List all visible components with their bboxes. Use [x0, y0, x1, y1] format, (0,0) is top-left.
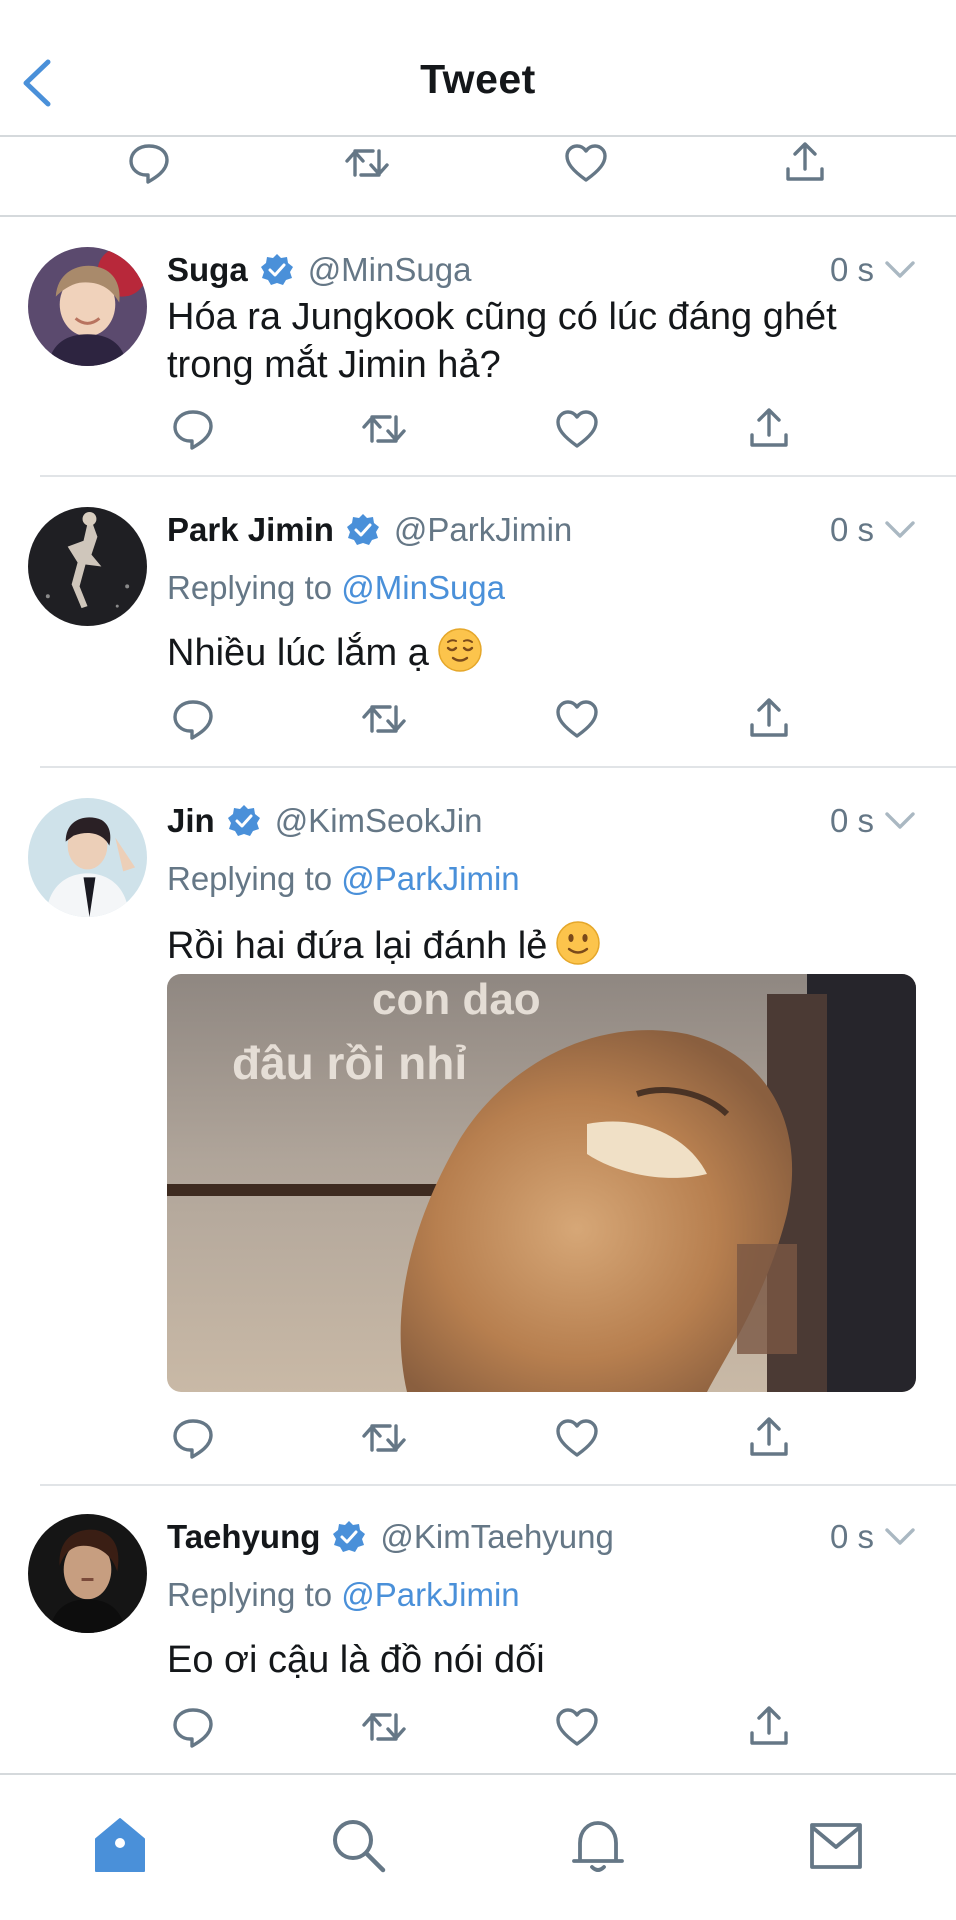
like-icon[interactable] — [553, 1703, 601, 1751]
share-icon[interactable] — [745, 1414, 793, 1462]
tweet-media-image[interactable]: con dao đâu rồi nhỉ — [167, 974, 916, 1392]
reply-mention-link[interactable]: @ParkJimin — [341, 860, 519, 897]
tweet-text: Eo ơi cậu là đồ nói dối — [167, 1639, 545, 1681]
tweet-time: 0 s — [830, 247, 916, 293]
replying-prefix: Replying to — [167, 860, 342, 897]
display-name[interactable]: Jin — [167, 802, 215, 840]
share-icon[interactable] — [745, 695, 793, 743]
user-handle: @KimTaehyung — [380, 1518, 614, 1555]
retweet-icon[interactable] — [343, 139, 391, 187]
tweet-time: 0 s — [830, 798, 916, 844]
tweet-actions — [167, 695, 788, 745]
tweet-header: Jin @KimSeokJin — [167, 798, 916, 844]
reply-icon[interactable] — [169, 695, 217, 743]
replying-prefix: Replying to — [167, 569, 342, 606]
avatar[interactable] — [28, 507, 147, 626]
user-handle: @ParkJimin — [393, 511, 573, 548]
like-icon[interactable] — [562, 139, 610, 187]
retweet-icon[interactable] — [360, 1703, 408, 1751]
relieved-face-icon — [438, 628, 482, 672]
avatar[interactable] — [28, 1514, 147, 1633]
display-name[interactable]: Suga — [167, 251, 248, 289]
retweet-icon[interactable] — [360, 405, 408, 453]
tweet-header: Park Jimin @ParkJimin — [167, 507, 916, 553]
bottom-tab-bar — [0, 1773, 956, 1920]
tweet-actions — [167, 1414, 788, 1464]
replying-to: Replying to @ParkJimin — [167, 1576, 520, 1614]
share-icon[interactable] — [781, 139, 829, 187]
reply-mention-link[interactable]: @MinSuga — [341, 569, 505, 606]
tweet-text: Rồi hai đứa lại đánh lẻ — [167, 920, 896, 970]
like-icon[interactable] — [553, 405, 601, 453]
bell-icon[interactable] — [568, 1815, 628, 1875]
avatar[interactable] — [28, 247, 147, 366]
tweet-text: Nhiều lúc lắm ạ — [167, 627, 896, 677]
replying-prefix: Replying to — [167, 1576, 342, 1613]
replying-to: Replying to @MinSuga — [167, 569, 505, 607]
chevron-down-icon[interactable] — [884, 811, 916, 831]
tweet-actions — [167, 405, 788, 455]
timestamp: 0 s — [829, 251, 874, 288]
mail-icon[interactable] — [806, 1815, 866, 1875]
main-tweet-actions — [0, 137, 956, 217]
like-icon[interactable] — [553, 695, 601, 743]
user-handle: @MinSuga — [307, 251, 472, 288]
reply-icon[interactable] — [169, 1414, 217, 1462]
verified-badge-icon — [346, 514, 379, 545]
display-name[interactable]: Park Jimin — [167, 511, 334, 549]
replying-to: Replying to @ParkJimin — [167, 860, 520, 898]
verified-badge-icon — [260, 254, 293, 285]
reply-mention-link[interactable]: @ParkJimin — [341, 1576, 519, 1613]
timestamp: 0 s — [829, 511, 874, 548]
avatar[interactable] — [28, 798, 147, 917]
tweet-jin[interactable]: Jin @KimSeokJin 0 s Replying to @ParkJim… — [0, 768, 956, 1486]
chevron-down-icon[interactable] — [884, 520, 916, 540]
reply-icon[interactable] — [125, 139, 173, 187]
share-icon[interactable] — [745, 1703, 793, 1751]
slightly-smiling-face-icon — [556, 921, 601, 965]
media-caption-line2: đâu rồi nhỉ — [232, 1037, 467, 1089]
tweet-text: Hóa ra Jungkook cũng có lúc đáng ghét tr… — [167, 296, 837, 386]
tweet-time: 0 s — [830, 1514, 916, 1560]
reply-icon[interactable] — [169, 405, 217, 453]
tweet-suga[interactable]: Suga @MinSuga 0 s Hóa ra Jungkook cũng c… — [0, 219, 956, 477]
tweet-actions — [167, 1703, 788, 1753]
timestamp: 0 s — [829, 802, 874, 839]
tweet-text-content: Rồi hai đứa lại đánh lẻ — [167, 925, 548, 967]
search-icon[interactable] — [328, 1815, 388, 1875]
user-handle: @KimSeokJin — [274, 802, 483, 839]
retweet-icon[interactable] — [360, 1414, 408, 1462]
top-navigation-bar: Tweet — [0, 0, 956, 137]
tweet-time: 0 s — [830, 507, 916, 553]
display-name[interactable]: Taehyung — [167, 1518, 320, 1556]
verified-badge-icon — [333, 1521, 366, 1552]
tweet-park-jimin[interactable]: Park Jimin @ParkJimin 0 s Replying to @M… — [0, 477, 956, 768]
verified-badge-icon — [227, 805, 260, 836]
share-icon[interactable] — [745, 405, 793, 453]
media-caption-line1: con dao — [372, 975, 541, 1024]
tweet-taehyung[interactable]: Taehyung @KimTaehyung 0 s Replying to @P… — [0, 1486, 956, 1773]
chevron-down-icon[interactable] — [884, 260, 916, 280]
tweet-header: Suga @MinSuga — [167, 247, 916, 293]
retweet-icon[interactable] — [360, 695, 408, 743]
tweet-text-content: Nhiều lúc lắm ạ — [167, 632, 429, 674]
reply-icon[interactable] — [169, 1703, 217, 1751]
page-title: Tweet — [420, 56, 536, 102]
chevron-down-icon[interactable] — [884, 1527, 916, 1547]
like-icon[interactable] — [553, 1414, 601, 1462]
home-icon[interactable] — [90, 1815, 150, 1875]
tweet-header: Taehyung @KimTaehyung — [167, 1514, 916, 1560]
timestamp: 0 s — [829, 1518, 874, 1555]
